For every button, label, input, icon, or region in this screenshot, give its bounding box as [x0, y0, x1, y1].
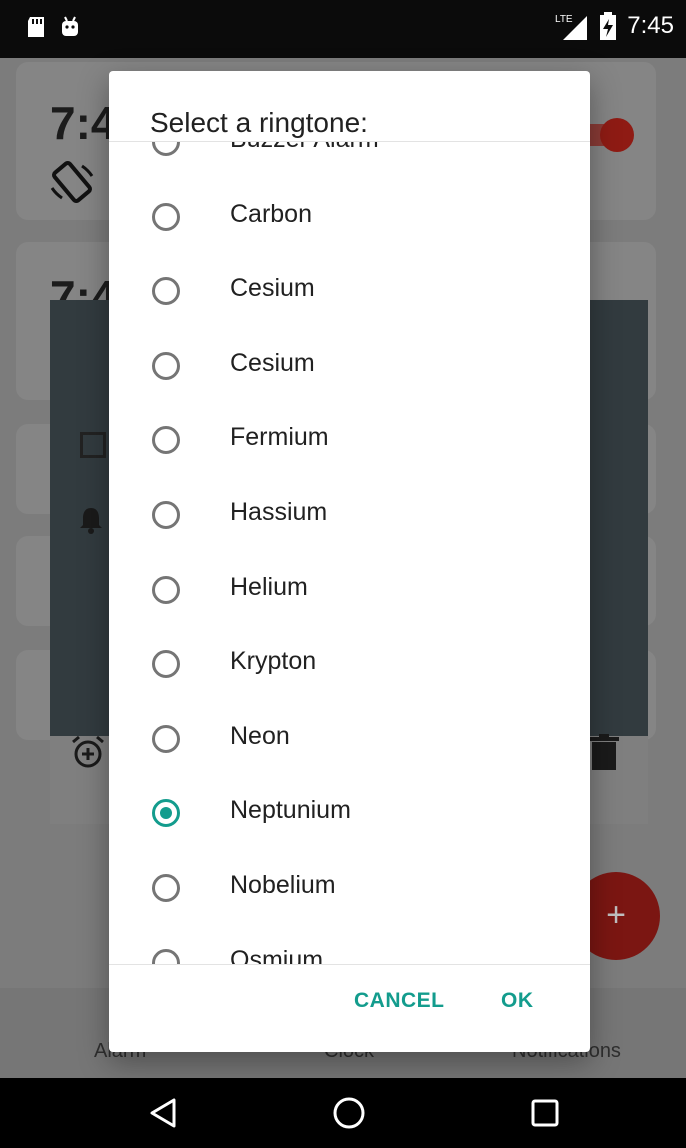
alarm-add-icon: [72, 735, 104, 768]
ringtone-label: Hassium: [230, 497, 328, 526]
svg-text:LTE: LTE: [555, 14, 573, 25]
vibrate-icon: [50, 161, 94, 203]
ringtone-option[interactable]: Cesium: [109, 253, 590, 328]
ringtone-label: Krypton: [230, 647, 317, 676]
radio-unchecked-icon[interactable]: [152, 724, 180, 753]
dialog-title: Select a ringtone:: [150, 107, 368, 138]
ringtone-option[interactable]: Helium: [109, 552, 590, 627]
radio-unchecked-icon[interactable]: [152, 500, 180, 529]
recent-apps-icon[interactable]: [530, 1098, 560, 1128]
ringtone-option[interactable]: Osmium: [109, 925, 590, 964]
home-icon[interactable]: [332, 1096, 366, 1130]
back-icon[interactable]: [146, 1096, 180, 1130]
ringtone-option[interactable]: Nobelium: [109, 850, 590, 925]
radio-unchecked-icon[interactable]: [152, 575, 180, 604]
repeat-checkbox: [80, 432, 106, 458]
radio-unchecked-icon[interactable]: [152, 948, 180, 964]
radio-unchecked-icon[interactable]: [152, 426, 180, 455]
alarm-time: 7:4: [50, 97, 117, 149]
lte-signal-icon: LTE: [555, 14, 588, 40]
ringtone-label: Fermium: [230, 423, 329, 452]
ringtone-option[interactable]: Neptunium: [109, 775, 590, 850]
ringtone-label: Carbon: [230, 199, 312, 228]
dialog-actions: CANCEL OK: [109, 965, 590, 1052]
radio-unchecked-icon[interactable]: [152, 277, 180, 306]
radio-unchecked-icon[interactable]: [152, 650, 180, 679]
ringtone-option[interactable]: Krypton: [109, 626, 590, 701]
ringtone-label: Helium: [230, 572, 308, 601]
ringtone-label: Neon: [230, 721, 290, 750]
ringtone-option[interactable]: Buzzer Alarm: [109, 142, 590, 179]
ringtone-option[interactable]: Carbon: [109, 179, 590, 254]
ringtone-list[interactable]: Buzzer Alarm Carbon Cesium Cesium Fermium Has…: [109, 142, 590, 964]
ringtone-option[interactable]: Hassium: [109, 477, 590, 552]
radio-unchecked-icon[interactable]: [152, 351, 180, 380]
ringtone-label: Buzzer Alarm: [230, 142, 379, 154]
ringtone-label: Nobelium: [230, 870, 336, 899]
battery-charging-icon: [600, 12, 617, 40]
ringtone-option[interactable]: Cesium: [109, 328, 590, 403]
ringtone-option[interactable]: Neon: [109, 701, 590, 776]
ringtone-label: Cesium: [230, 348, 315, 377]
ringtone-label: Neptunium: [230, 796, 351, 825]
bell-icon: [80, 508, 102, 534]
system-navigation-bar: [0, 1078, 686, 1148]
radio-unchecked-icon[interactable]: [152, 202, 180, 231]
sd-card-icon: [28, 17, 44, 37]
ringtone-dialog: Select a ringtone: Buzzer Alarm Carbon Ces…: [109, 71, 590, 1052]
radio-unchecked-icon[interactable]: [152, 142, 180, 156]
status-bar: LTE 7:45: [0, 0, 686, 58]
trash-icon: [589, 734, 619, 770]
radio-unchecked-icon[interactable]: [152, 873, 180, 902]
ringtone-label: Osmium: [230, 945, 324, 964]
radio-checked-icon[interactable]: [152, 799, 180, 828]
status-time: 7:45: [627, 12, 674, 39]
android-debug-icon: [62, 16, 78, 36]
cancel-button[interactable]: CANCEL: [354, 989, 445, 1013]
ringtone-option[interactable]: Fermium: [109, 402, 590, 477]
ringtone-label: Cesium: [230, 274, 315, 303]
ok-button[interactable]: OK: [501, 989, 534, 1013]
